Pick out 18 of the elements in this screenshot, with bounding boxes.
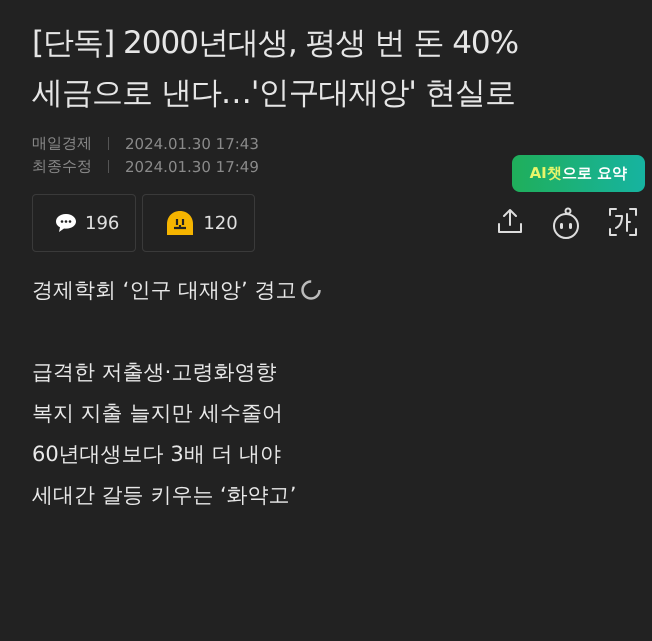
- meta-label: 매일경제: [32, 134, 92, 153]
- reaction-button[interactable]: 120: [142, 194, 255, 252]
- subheading: 급격한 저출생·고령화영향: [32, 359, 278, 386]
- timestamp: 2024.01.30 17:43: [125, 134, 259, 152]
- timestamp: 2024.01.30 17:49: [125, 158, 259, 176]
- reaction-button[interactable]: 196: [32, 194, 136, 252]
- lead-text: 경제학회 ‘인구 대재앙’ 경고: [32, 277, 296, 304]
- text-size-button[interactable]: [608, 207, 638, 239]
- headline: [단독] 2000년대생, 평생 번 돈 40%: [32, 24, 520, 63]
- subheading: 복지 지출 늘지만 세수줄어: [32, 400, 284, 427]
- emoji-face-icon: [165, 209, 196, 237]
- subheading: 60년대생보다 3배 더 내야: [32, 441, 282, 468]
- meta-label: 최종수정: [32, 157, 92, 176]
- speech-bubble-icon: [55, 213, 77, 233]
- headline: 세금으로 낸다…'인구대재앙' 현실로: [32, 74, 516, 113]
- loading-spinner-icon: [300, 279, 322, 301]
- subheading: 세대간 갈등 키우는 ‘화약고’: [32, 482, 298, 509]
- robot-button[interactable]: [550, 207, 582, 239]
